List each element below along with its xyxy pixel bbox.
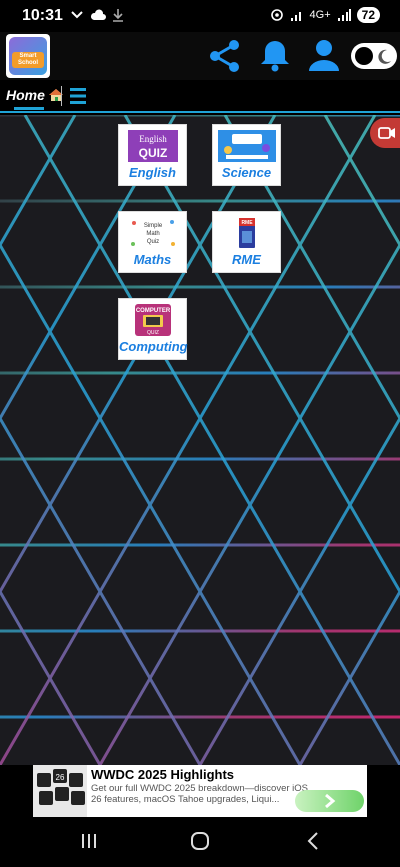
subject-label: Computing	[119, 339, 188, 354]
battery-indicator: 72	[356, 7, 380, 23]
svg-text:RME: RME	[241, 220, 253, 226]
toggle-knob	[355, 47, 373, 65]
app-logo[interactable]: Smart School	[6, 34, 50, 78]
nav-divider	[61, 86, 62, 106]
ad-title: WWDC 2025 Highlights	[91, 767, 235, 782]
network-type: 4G+	[309, 9, 331, 21]
dark-mode-toggle[interactable]	[351, 43, 397, 69]
video-camera-icon	[378, 127, 395, 139]
app-bar: Smart School	[0, 32, 400, 80]
home-icon[interactable]	[190, 831, 210, 851]
maths-quiz-thumbnail: Simple Math Quiz	[128, 217, 178, 249]
triangle-pattern-background	[0, 115, 400, 765]
subject-tile-maths[interactable]: Simple Math Quiz Maths	[118, 211, 187, 273]
system-icons: 4G+ 72	[270, 7, 380, 23]
svg-text:QUIZ: QUIZ	[147, 330, 159, 336]
science-quiz-thumbnail	[218, 130, 276, 162]
ad-open-button[interactable]	[295, 790, 364, 812]
notification-icons	[70, 8, 124, 22]
subject-label: English	[129, 165, 176, 180]
rme-book-thumbnail: RME	[222, 217, 272, 249]
tab-home[interactable]: Home	[6, 87, 64, 103]
english-quiz-thumbnail: English QUIZ	[128, 130, 178, 162]
signal-icon-2	[337, 9, 351, 21]
status-bar: 10:31 4G+ 72	[0, 0, 400, 32]
back-icon[interactable]	[303, 831, 323, 851]
subject-label: Science	[221, 165, 272, 180]
svg-text:COMPUTER: COMPUTER	[136, 308, 171, 314]
subject-grid-area	[0, 115, 400, 765]
hotspot-icon	[270, 9, 283, 21]
svg-text:English: English	[139, 134, 167, 144]
signal-icon	[290, 12, 301, 21]
subject-tile-science[interactable]: Science	[212, 124, 281, 186]
ad-image: 26	[33, 765, 87, 817]
subject-tile-english[interactable]: English QUIZ English	[118, 124, 187, 186]
top-nav: Home	[0, 80, 400, 113]
system-navigation-bar	[0, 817, 400, 867]
chevron-right-icon	[325, 793, 336, 809]
subject-tile-rme[interactable]: RME RME	[212, 211, 281, 273]
logo-text: Smart School	[12, 52, 44, 68]
cloud-icon	[90, 9, 106, 20]
moon-icon	[378, 49, 391, 64]
missed-call-icon	[71, 11, 83, 19]
user-icon[interactable]	[306, 37, 342, 75]
svg-text:QUIZ: QUIZ	[139, 146, 168, 160]
ad-description: Get our full WWDC 2025 breakdown—discove…	[91, 783, 308, 805]
recent-apps-icon[interactable]	[79, 831, 99, 851]
tab-home-label: Home	[6, 87, 45, 103]
ad-banner[interactable]: 26 WWDC 2025 Highlights Get our full WWD…	[33, 765, 367, 817]
svg-text:Math: Math	[146, 231, 159, 237]
svg-text:Quiz: Quiz	[147, 239, 159, 245]
video-call-button[interactable]	[370, 118, 400, 148]
share-icon[interactable]	[206, 37, 244, 75]
svg-text:26: 26	[56, 773, 65, 782]
computing-quiz-thumbnail: COMPUTER QUIZ	[135, 304, 171, 336]
download-icon	[113, 9, 123, 22]
subject-label: RME	[232, 252, 261, 267]
status-time: 10:31	[22, 7, 63, 24]
menu-icon[interactable]	[69, 86, 87, 106]
subject-tile-computing[interactable]: COMPUTER QUIZ Computing	[118, 298, 188, 360]
svg-text:Simple: Simple	[144, 223, 163, 229]
tab-home-indicator	[14, 107, 44, 110]
bell-icon[interactable]	[258, 37, 292, 75]
subject-label: Maths	[133, 252, 172, 267]
